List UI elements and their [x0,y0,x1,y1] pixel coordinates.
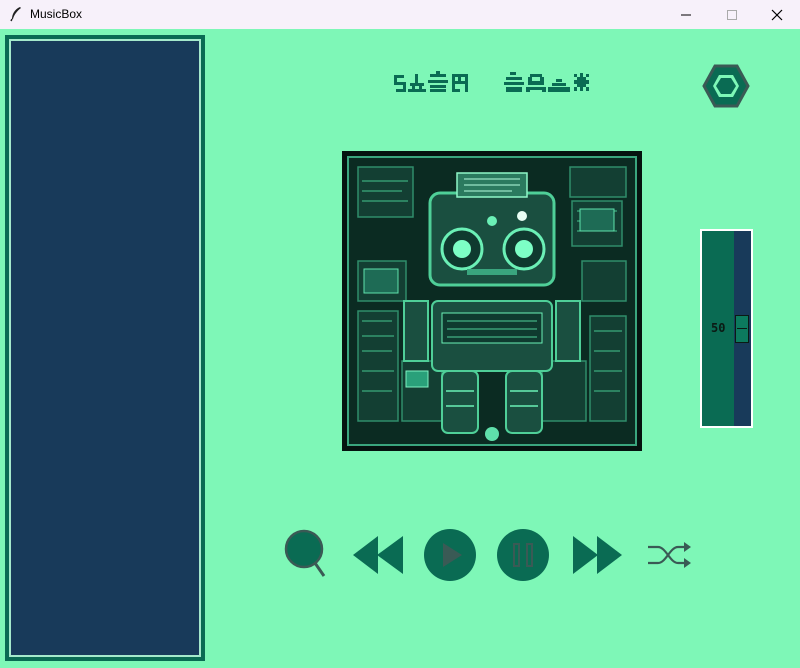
close-button[interactable] [754,0,800,29]
pause-button[interactable] [497,529,549,581]
album-art-image [342,151,642,451]
volume-thumb[interactable] [735,315,749,343]
minimize-button[interactable] [663,0,709,29]
main-area: 50 [0,29,800,668]
volume-slider[interactable]: 50 [700,229,753,428]
feather-icon [10,7,21,22]
next-icon[interactable] [572,535,623,575]
shuffle-icon[interactable] [646,541,692,569]
song-title-pixelart [394,71,589,92]
settings-hex-icon[interactable] [701,63,751,109]
playlist-panel [5,35,205,661]
window-title: MusicBox [30,7,83,21]
volume-track[interactable] [734,231,751,426]
volume-value: 50 [711,321,726,335]
previous-icon[interactable] [353,535,404,575]
maximize-button[interactable] [709,0,755,29]
play-button[interactable] [424,529,476,581]
playlist-list[interactable] [9,39,201,657]
maximize-icon [727,9,737,20]
search-icon[interactable] [284,529,328,579]
title-bar: MusicBox [0,0,800,29]
close-icon [771,9,783,20]
volume-label-area: 50 [702,231,734,426]
minimize-icon [681,14,691,15]
